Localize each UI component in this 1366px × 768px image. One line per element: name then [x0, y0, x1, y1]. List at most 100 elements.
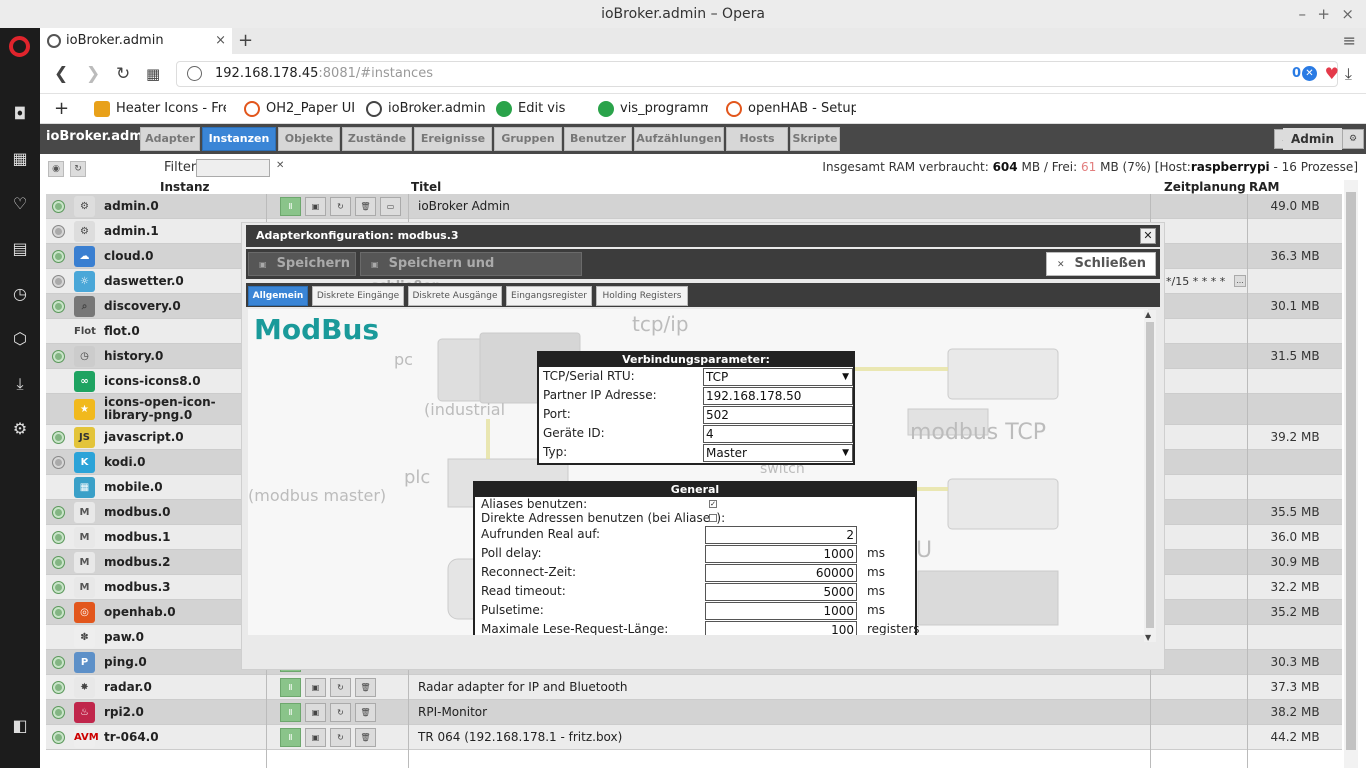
tab-hosts[interactable]: Hosts — [726, 127, 788, 151]
delete-button[interactable]: 🗑 — [355, 728, 376, 747]
edit-schedule-icon[interactable]: … — [1234, 275, 1246, 287]
general-field-input[interactable]: 5000 — [705, 583, 857, 601]
favorite-heart-icon[interactable]: ♥ — [1325, 62, 1339, 86]
status-led-icon[interactable] — [52, 300, 65, 313]
status-led-icon[interactable] — [52, 506, 65, 519]
tab-diskrete-ausgaenge[interactable]: Diskrete Ausgänge — [408, 286, 502, 306]
bookmark-item[interactable]: openHAB - Setup — [726, 94, 856, 124]
dialog-close-icon[interactable]: ✕ — [1140, 228, 1156, 244]
general-field-input[interactable]: 2 — [705, 526, 857, 544]
user-label[interactable]: Admin — [1282, 128, 1342, 150]
restart-button[interactable]: ↻ — [330, 703, 351, 722]
back-icon[interactable]: ❮ — [54, 64, 68, 84]
download-icon[interactable]: ⤓ — [10, 374, 30, 394]
minimize-button[interactable]: – — [1299, 0, 1307, 28]
opera-logo-icon[interactable] — [9, 36, 30, 57]
settings-gear-icon[interactable]: ⚙ — [10, 419, 30, 439]
tab-ereignisse[interactable]: Ereignisse — [414, 127, 492, 151]
table-row[interactable]: ♨ rpi2.0 Ⅱ ▣ ↻ 🗑 RPI-Monitor 38.2 MB — [46, 700, 1342, 725]
reload-instances-icon[interactable]: ↻ — [70, 161, 86, 177]
status-led-icon[interactable] — [52, 731, 65, 744]
general-field-input[interactable]: 1000 — [705, 545, 857, 563]
bookmark-item[interactable]: Edit vis — [496, 94, 586, 124]
status-led-icon[interactable] — [52, 431, 65, 444]
connection-input[interactable]: 192.168.178.50 — [703, 387, 853, 405]
status-led-icon[interactable] — [52, 350, 65, 363]
save-button[interactable]: ▣ Speichern — [248, 252, 356, 276]
tab-benutzer[interactable]: Benutzer — [564, 127, 632, 151]
status-led-icon[interactable] — [52, 556, 65, 569]
restart-button[interactable]: ↻ — [330, 678, 351, 697]
status-led-icon[interactable] — [52, 200, 65, 213]
camera-icon[interactable]: ◘ — [10, 104, 30, 124]
restart-button[interactable]: ↻ — [330, 197, 351, 216]
tab-allgemein[interactable]: Allgemein — [248, 286, 308, 306]
extensions-cube-icon[interactable]: ⬡ — [10, 329, 30, 349]
tab-diskrete-eingaenge[interactable]: Diskrete Eingänge — [312, 286, 404, 306]
filter-input[interactable] — [196, 159, 270, 177]
schedule-cron[interactable]: */15 * * * * — [1166, 269, 1225, 294]
settings-button[interactable]: ▣ — [305, 678, 326, 697]
table-scrollbar[interactable] — [1344, 180, 1358, 768]
connection-input[interactable]: 502 — [703, 406, 853, 424]
status-led-icon[interactable] — [52, 456, 65, 469]
delete-button[interactable]: 🗑 — [355, 197, 376, 216]
tab-aufzaehlungen[interactable]: Aufzählungen — [634, 127, 724, 151]
news-icon[interactable]: ▤ — [10, 239, 30, 259]
status-led-icon[interactable] — [52, 581, 65, 594]
connection-input[interactable]: 4 — [703, 425, 853, 443]
save-close-button[interactable]: ▣Speichern und schließen✕ — [360, 252, 582, 294]
close-window-button[interactable]: × — [1341, 0, 1354, 28]
pause-button[interactable]: Ⅱ — [280, 197, 301, 216]
delete-button[interactable]: 🗑 — [355, 678, 376, 697]
settings-button[interactable]: ▣ — [305, 703, 326, 722]
table-row[interactable]: AVM tr-064.0 Ⅱ ▣ ↻ 🗑 TR 064 (192.168.178.1 - f… — [46, 725, 1342, 750]
open-web-button[interactable]: ▭ — [380, 197, 401, 216]
connection-select[interactable]: TCP ▼ — [703, 368, 853, 386]
new-tab-button[interactable]: + — [238, 28, 253, 54]
downloads-icon[interactable]: ⤓ — [1345, 64, 1352, 84]
tab-menu-button[interactable]: ≡ — [1343, 28, 1356, 54]
history-clock-icon[interactable]: ◷ — [10, 284, 30, 304]
scroll-thumb[interactable] — [1346, 192, 1356, 750]
general-field-input[interactable]: 1000 — [705, 602, 857, 620]
settings-button[interactable]: ▣ — [305, 728, 326, 747]
general-field-input[interactable]: 100 — [705, 621, 857, 635]
tab-adapter[interactable]: Adapter — [140, 127, 200, 151]
settings-icon[interactable]: ⚙ — [1342, 129, 1364, 149]
bookmark-item[interactable]: Heater Icons - Free — [94, 94, 226, 124]
status-led-icon[interactable] — [52, 706, 65, 719]
adblock-icon[interactable]: ✕ — [1302, 66, 1317, 81]
connection-select[interactable]: Master ▼ — [703, 444, 853, 462]
tab-instanzen[interactable]: Instanzen — [202, 127, 276, 151]
tab-zustaende[interactable]: Zustände — [342, 127, 412, 151]
tab-eingangsregister[interactable]: Eingangsregister — [506, 286, 592, 306]
bookmark-item[interactable]: vis_programmierun — [598, 94, 708, 124]
tab-gruppen[interactable]: Gruppen — [494, 127, 562, 151]
url-field[interactable]: 192.168.178.45:8081/#instances 0 ✕ ♥ — [176, 61, 1339, 87]
settings-button[interactable]: ▣ — [305, 197, 326, 216]
heart-icon[interactable]: ♡ — [10, 194, 30, 214]
table-row[interactable]: ✸ radar.0 Ⅱ ▣ ↻ 🗑 Radar adapter for IP and Blu… — [46, 675, 1342, 700]
add-bookmark-button[interactable]: + — [54, 94, 69, 124]
pause-button[interactable]: Ⅱ — [280, 703, 301, 722]
pause-button[interactable]: Ⅱ — [280, 678, 301, 697]
status-led-icon[interactable] — [52, 656, 65, 669]
status-led-icon[interactable] — [52, 225, 65, 238]
status-led-icon[interactable] — [52, 681, 65, 694]
aliases-checkbox[interactable]: ✓ — [709, 500, 717, 508]
tab-objekte[interactable]: Objekte — [278, 127, 340, 151]
sidebar-toggle-icon[interactable]: ◧ — [10, 716, 30, 736]
status-led-icon[interactable] — [52, 250, 65, 263]
expert-mode-icon[interactable]: ◉ — [48, 161, 64, 177]
delete-button[interactable]: 🗑 — [355, 703, 376, 722]
general-field-input[interactable]: 60000 — [705, 564, 857, 582]
maximize-button[interactable]: + — [1317, 0, 1330, 28]
status-led-icon[interactable] — [52, 606, 65, 619]
col-instanz[interactable]: Instanz — [160, 180, 210, 194]
close-button[interactable]: ✕ Schließen — [1046, 252, 1156, 276]
forward-icon[interactable]: ❯ — [86, 64, 100, 84]
aliases-checkbox[interactable] — [709, 514, 717, 522]
status-led-icon[interactable] — [52, 531, 65, 544]
tab-close-button[interactable]: × — [215, 28, 226, 54]
